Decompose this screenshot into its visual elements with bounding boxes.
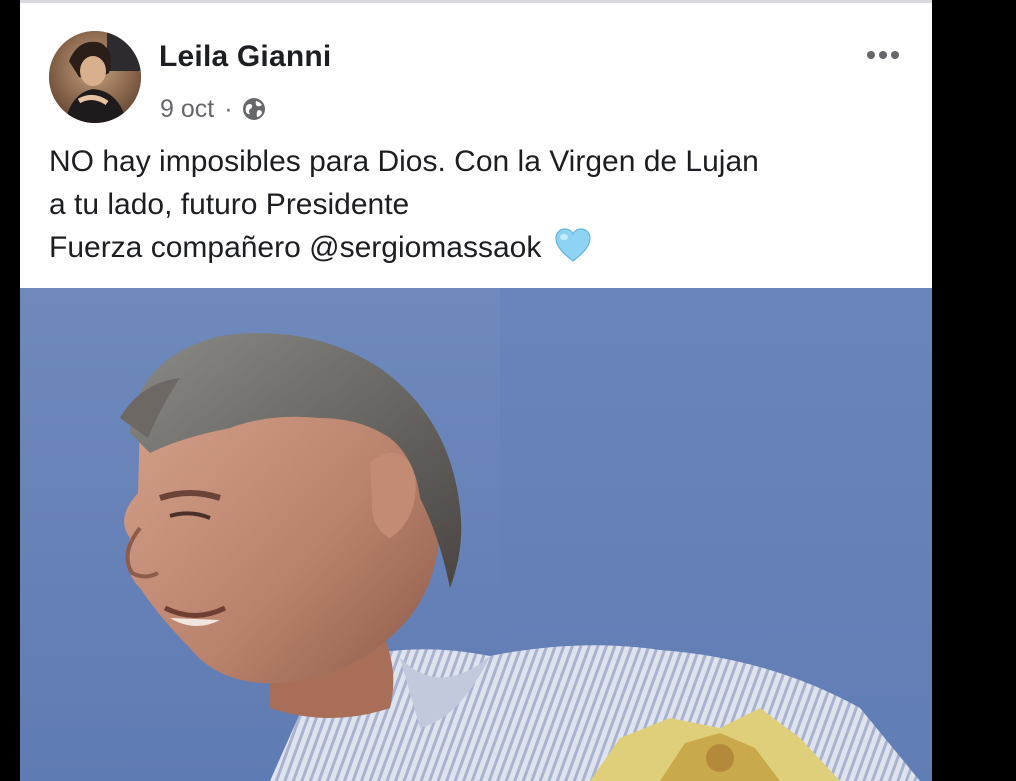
post-photo[interactable] [20, 288, 932, 781]
divider [20, 0, 932, 3]
post-text-line: a tu lado, futuro Presidente [49, 188, 410, 221]
mention-link[interactable]: @sergiomassaok [309, 231, 541, 264]
facebook-post: Leila Gianni 9 oct · NO hay imposibles p… [20, 0, 932, 781]
author-name[interactable]: Leila Gianni [159, 40, 331, 74]
post-text: NO hay imposibles para Dios. Con la Virg… [49, 140, 919, 269]
more-options-icon [867, 51, 899, 59]
screenshot-stage: Leila Gianni 9 oct · NO hay imposibles p… [0, 0, 1016, 781]
meta-separator: · [224, 94, 233, 123]
post-text-line: Fuerza compañero @sergiomassaok [49, 226, 919, 269]
photo-man-in-striped-shirt [20, 288, 932, 781]
more-options-button[interactable] [858, 40, 908, 70]
post-date[interactable]: 9 oct [160, 95, 214, 124]
post-text-line: NO hay imposibles para Dios. Con la Virg… [49, 145, 759, 178]
post-meta: 9 oct · [160, 92, 267, 126]
post-text-prefix: Fuerza compañero [49, 231, 310, 264]
globe-icon [242, 98, 265, 120]
light-blue-heart-icon [555, 228, 591, 262]
avatar[interactable] [49, 31, 141, 123]
avatar-photo [49, 31, 141, 123]
